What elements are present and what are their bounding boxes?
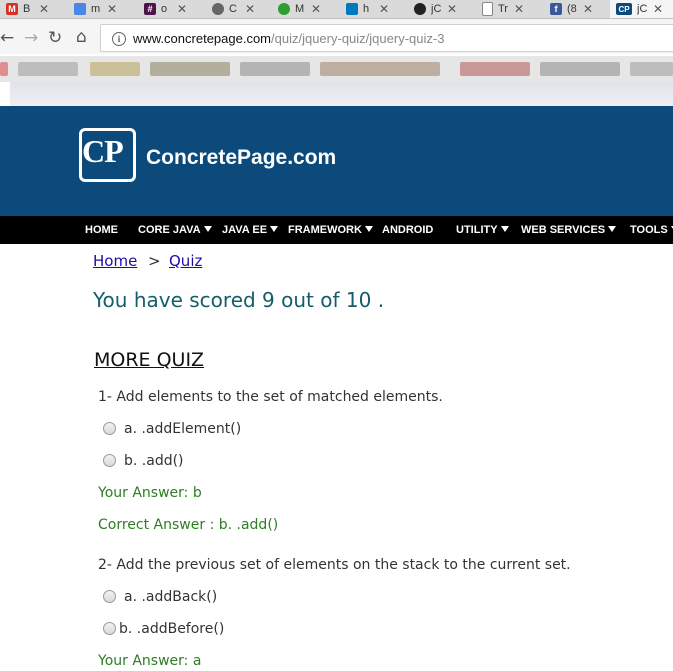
chevron-down-icon	[270, 226, 279, 232]
site-name[interactable]: ConcretePage.com	[146, 146, 336, 170]
logo-text: CP	[82, 133, 124, 169]
close-tab-icon[interactable]: ✕	[177, 2, 187, 16]
close-tab-icon[interactable]: ✕	[583, 2, 593, 16]
nav-tools[interactable]: TOOLS	[630, 224, 673, 236]
cp-icon: CP	[616, 3, 632, 15]
close-tab-icon[interactable]: ✕	[447, 2, 457, 16]
browser-tab[interactable]: M ✕	[272, 0, 334, 18]
forward-arrow-icon[interactable]: →	[24, 29, 38, 47]
url-text[interactable]: www.concretepage.com/quiz/jquery-quiz/jq…	[133, 31, 444, 46]
home-icon[interactable]: ⌂	[76, 28, 87, 46]
bookmark-item[interactable]	[540, 62, 620, 76]
close-tab-icon[interactable]: ✕	[311, 2, 321, 16]
chevron-down-icon	[608, 226, 617, 232]
back-arrow-icon[interactable]: ←	[0, 29, 14, 47]
browser-tab[interactable]: Tr ✕	[476, 0, 538, 18]
bookmarks-bar	[0, 56, 673, 82]
your-answer: Your Answer: b	[98, 485, 202, 501]
close-tab-icon[interactable]: ✕	[514, 2, 524, 16]
hash-icon: #	[144, 3, 156, 15]
radio-option-a[interactable]	[103, 422, 116, 435]
close-tab-icon[interactable]: ✕	[107, 2, 117, 16]
trello-icon	[346, 3, 358, 15]
browser-tab-active[interactable]: CP jC ✕	[610, 0, 673, 18]
radio-option-b[interactable]	[103, 454, 116, 467]
github-icon	[414, 3, 426, 15]
bookmark-item[interactable]	[150, 62, 230, 76]
bookmark-item[interactable]	[320, 62, 440, 76]
option-label: a. .addBack()	[124, 589, 218, 605]
browser-tab[interactable]: C ✕	[206, 0, 268, 18]
blurred-region	[10, 82, 673, 106]
question-text: 2- Add the previous set of elements on t…	[98, 557, 571, 573]
nav-java-ee[interactable]: JAVA EE	[222, 224, 279, 236]
question-text: 1- Add elements to the set of matched el…	[98, 389, 443, 405]
nav-home[interactable]: HOME	[85, 224, 118, 236]
codepen-icon	[212, 3, 224, 15]
browser-tab-bar: M B ✕ m ✕ # o ✕ C ✕ M ✕ h ✕ jC ✕ Tr ✕ f …	[0, 0, 673, 19]
option-label: a. .addElement()	[124, 421, 242, 437]
browser-tab[interactable]: jC ✕	[408, 0, 470, 18]
close-tab-icon[interactable]: ✕	[379, 2, 389, 16]
reload-icon[interactable]: ↻	[48, 29, 62, 47]
nav-utility[interactable]: UTILITY	[456, 224, 509, 236]
bookmark-item[interactable]	[240, 62, 310, 76]
page-icon	[482, 2, 493, 16]
radio-option-a[interactable]	[103, 590, 116, 603]
bookmark-item[interactable]	[460, 62, 530, 76]
radio-option-b[interactable]	[103, 622, 116, 635]
chevron-down-icon	[364, 226, 373, 232]
browser-tab[interactable]: m ✕	[68, 0, 130, 18]
nav-core-java[interactable]: CORE JAVA	[138, 224, 212, 236]
blurred-edge	[0, 84, 10, 104]
option-label: b. .add()	[124, 453, 184, 469]
chevron-down-icon	[203, 226, 212, 232]
main-nav: HOME CORE JAVA JAVA EE FRAMEWORK ANDROID…	[0, 216, 673, 244]
gmail-icon: M	[6, 3, 18, 15]
browser-tab[interactable]: # o ✕	[138, 0, 200, 18]
close-tab-icon[interactable]: ✕	[39, 2, 49, 16]
facebook-icon: f	[550, 3, 562, 15]
close-tab-icon[interactable]: ✕	[245, 2, 255, 16]
info-icon[interactable]: i	[112, 32, 126, 46]
close-tab-icon[interactable]: ✕	[653, 2, 663, 16]
correct-answer: Correct Answer : b. .add()	[98, 517, 279, 533]
green-circle-icon	[278, 3, 290, 15]
more-quiz-heading[interactable]: MORE QUIZ	[94, 349, 204, 371]
nav-framework[interactable]: FRAMEWORK	[288, 224, 373, 236]
browser-tab[interactable]: M B ✕	[0, 0, 52, 18]
your-answer: Your Answer: a	[98, 653, 202, 669]
docs-icon	[74, 3, 86, 15]
bookmark-item[interactable]	[18, 62, 78, 76]
breadcrumb-quiz[interactable]: Quiz	[169, 252, 202, 270]
breadcrumb-separator: >	[148, 252, 161, 270]
apps-icon[interactable]	[0, 62, 8, 76]
nav-web-services[interactable]: WEB SERVICES	[521, 224, 617, 236]
nav-android[interactable]: ANDROID	[382, 224, 433, 236]
bookmark-item[interactable]	[90, 62, 140, 76]
bookmark-item[interactable]	[630, 62, 673, 76]
score-text: You have scored 9 out of 10 .	[93, 288, 385, 312]
option-label: b. .addBefore()	[119, 621, 225, 637]
browser-tab[interactable]: f (8 ✕	[544, 0, 606, 18]
breadcrumb-home[interactable]: Home	[93, 252, 137, 270]
browser-tab[interactable]: h ✕	[340, 0, 402, 18]
chevron-down-icon	[500, 226, 509, 232]
